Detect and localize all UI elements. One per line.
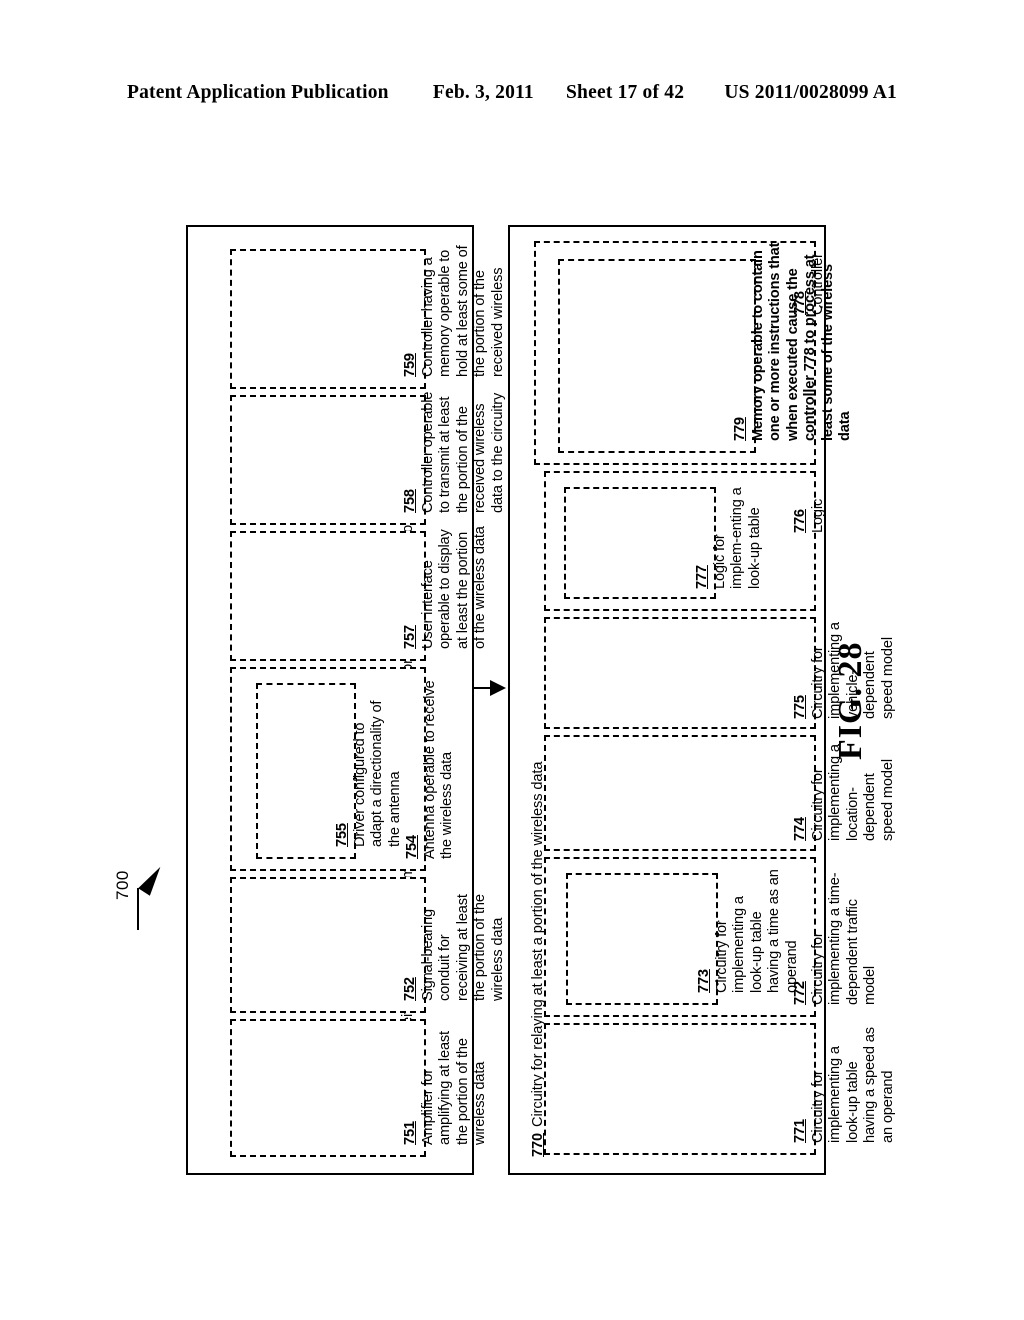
block-754-number: 754 [404,835,420,859]
block-759-number: 759 [402,353,418,377]
block-757-body: User interface operable to display at le… [419,526,489,649]
block-774-number: 774 [792,817,808,841]
block-757-text: 757 User interface operable to display a… [402,521,490,649]
block-755-text: 755 Driver configured to adapt a directi… [334,687,404,847]
block-752: 752 Signal-bearing conduit for receiving… [230,877,506,1013]
block-773-body: Circuitry for implementing a look-up tab… [713,869,800,993]
block-759-text: 759 Controller having a memory operable … [402,241,525,377]
block-777-number: 777 [694,565,710,589]
block-759: 759 Controller having a memory operable … [230,245,523,389]
block-778: 778 Controller 779 Memory operable to co… [534,241,853,465]
block-775-body: Circuitry for implementing a vehicle-dep… [809,622,896,719]
block-752-body: Signal-bearing conduit for receiving at … [419,894,506,1001]
block-775: 775 Circuitry for implementing a vehicle… [544,617,896,729]
block-755-body: Driver configured to adapt a directional… [351,700,403,847]
block-773-number: 773 [696,969,712,993]
block-755-number: 755 [334,823,350,847]
block-776: 776 Logic 777 Logic for implem-enting a … [544,471,826,611]
block-771: 771 Circuitry for implementing a look-up… [544,1023,896,1155]
block-755: 755 Driver configured to adapt a directi… [256,683,403,859]
system-reference-700: 700 [113,870,132,900]
block-772: 772 Circuitry for implementing a time-de… [544,857,878,1017]
block-758: 758 Controller operable to transmit at l… [230,392,506,525]
block-752-text: 752 Signal-bearing conduit for receiving… [402,879,507,1001]
block-779-number: 779 [732,417,748,441]
block-772-body: Circuitry for implementing a time-depend… [809,872,879,1005]
block-752-number: 752 [402,977,418,1001]
block-777-body: Logic for implem-enting a look-up table [711,487,763,589]
block-751-body: Amplifier for amplifying at least the po… [419,1031,489,1145]
block-774-body: Circuitry for implementing a location-de… [809,744,896,841]
block-772-text: 772 Circuitry for implementing a time-de… [792,863,880,1005]
block-775-text: 775 Circuitry for implementing a vehicle… [792,611,897,719]
block-774: 774 Circuitry for implementing a locatio… [544,735,896,851]
block-754-body: Antenna operable to receive the wireless… [421,680,456,859]
block-779-body: Memory operable to contain one or more i… [749,242,854,441]
block-779: 779 Memory operable to contain one or mo… [558,243,853,453]
block-751-text: 751 Amplifier for amplifying at least th… [402,1025,490,1145]
leader-line [137,888,139,930]
block-751-number: 751 [402,1121,418,1145]
block-777-text: 777 Logic for implem-enting a look-up ta… [694,485,764,589]
patent-figure-sheet: 700 FIG. 28 750Module for receiving wire… [0,0,1024,1320]
block-758-number: 758 [402,489,418,513]
block-771-number: 771 [792,1119,808,1143]
block-773: 773 Circuitry for implementing a look-up… [566,869,800,1005]
block-754-text: 754 Antenna operable to receive the wire… [404,673,457,859]
block-779-text: 779 Memory operable to contain one or mo… [732,241,855,441]
block-757-number: 757 [402,625,418,649]
block-754: 754 Antenna operable to receive the wire… [230,667,455,871]
block-775-number: 775 [792,695,808,719]
block-771-body: Circuitry for implementing a look-up tab… [809,1027,896,1143]
leader-arrowhead-icon [138,863,167,896]
module-750-panel: 750Module for receiving wireless data fr… [186,225,523,1175]
block-757: 757 User interface operable to display a… [230,526,488,661]
circuitry-770-panel: 770Circuitry for relaying at least a por… [508,225,896,1175]
block-758-body: Controller operable to transmit at least… [419,391,506,513]
block-774-text: 774 Circuitry for implementing a locatio… [792,733,897,841]
connector-arrowhead-icon [490,680,506,696]
block-777: 777 Logic for implem-enting a look-up ta… [564,487,763,599]
block-758-text: 758 Controller operable to transmit at l… [402,383,507,513]
block-773-text: 773 Circuitry for implementing a look-up… [696,869,801,993]
block-751: 751 Amplifier for amplifying at least th… [230,1019,488,1157]
block-771-text: 771 Circuitry for implementing a look-up… [792,1021,897,1143]
